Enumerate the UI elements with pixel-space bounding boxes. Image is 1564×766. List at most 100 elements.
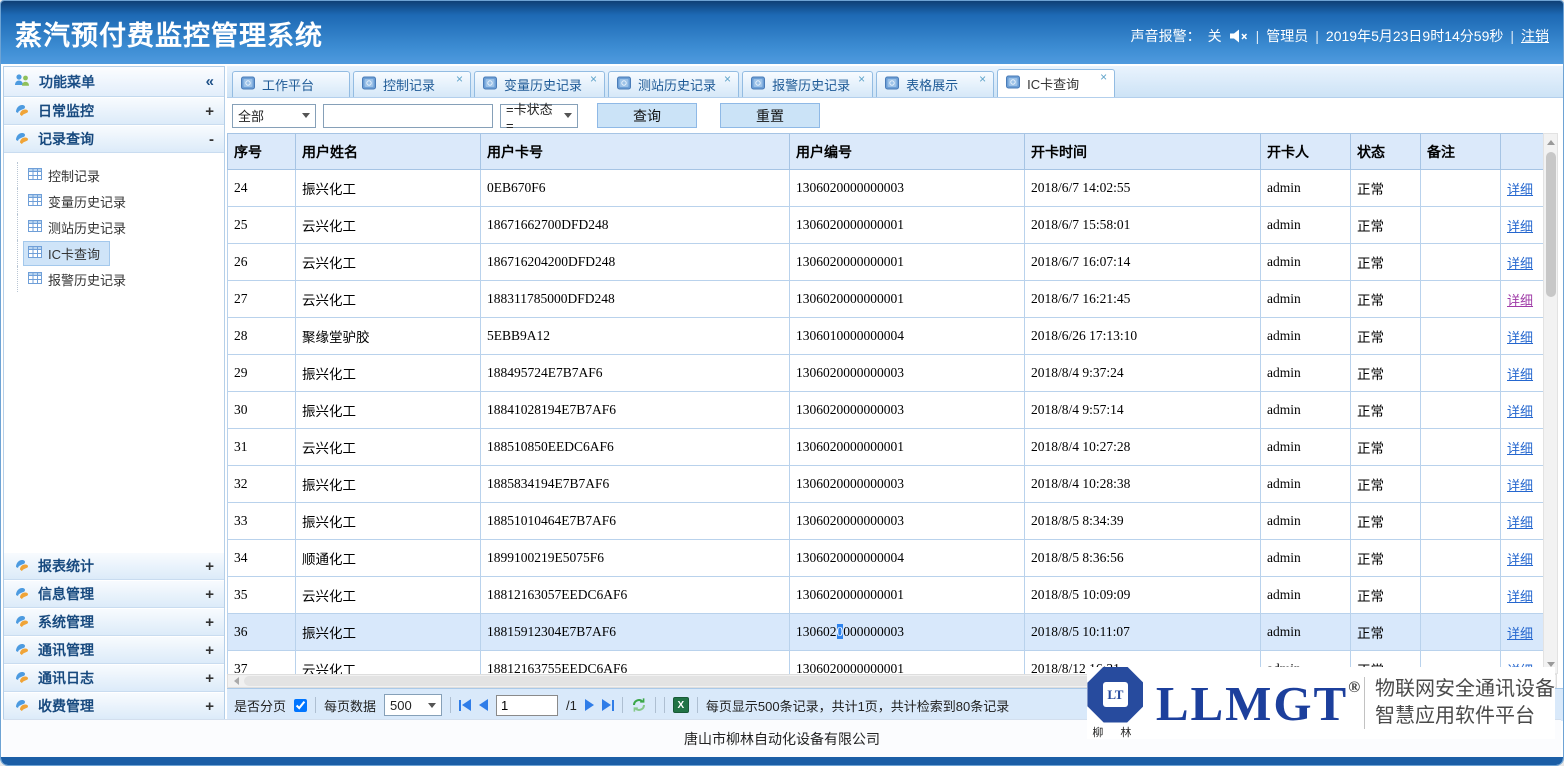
export-excel-button[interactable]: X <box>673 697 689 713</box>
detail-link[interactable]: 详细 <box>1507 478 1533 493</box>
detail-link[interactable]: 详细 <box>1507 256 1533 271</box>
detail-link[interactable]: 详细 <box>1507 182 1533 197</box>
tab-close-icon[interactable]: × <box>722 72 733 86</box>
keyword-input[interactable] <box>323 104 493 128</box>
paging-checkbox[interactable] <box>294 699 307 712</box>
sidebar-group[interactable]: 报表统计 + <box>4 552 224 580</box>
sidebar-group[interactable]: 信息管理 + <box>4 580 224 608</box>
cell-remark <box>1421 355 1501 392</box>
expand-toggle-icon[interactable]: + <box>205 103 214 120</box>
detail-link[interactable]: 详细 <box>1507 219 1533 234</box>
query-button[interactable]: 查询 <box>597 103 697 128</box>
cell-serial: 33 <box>228 503 296 540</box>
table-row[interactable]: 27 云兴化工 188311785000DFD248 1306020000000… <box>228 281 1544 318</box>
sidebar-item[interactable]: 测站历史记录 <box>17 214 224 240</box>
detail-link[interactable]: 详细 <box>1507 441 1533 456</box>
detail-link[interactable]: 详细 <box>1507 589 1533 604</box>
cell-serial: 32 <box>228 466 296 503</box>
divider <box>315 697 316 713</box>
sidebar-group[interactable]: 系统管理 + <box>4 608 224 636</box>
page-size-select[interactable]: 500 <box>384 694 442 716</box>
table-row[interactable]: 28 聚缘堂驴胶 5EBB9A12 1306010000000004 2018/… <box>228 318 1544 355</box>
sidebar-group[interactable]: 通讯管理 + <box>4 636 224 664</box>
tab-close-icon[interactable]: × <box>977 72 988 86</box>
tab[interactable]: 变量历史记录 × <box>474 71 605 97</box>
tab[interactable]: 测站历史记录 × <box>608 71 739 97</box>
tab[interactable]: 表格展示 × <box>876 71 994 97</box>
category-select[interactable]: 全部 <box>232 104 316 128</box>
logo-octagon-icon: LT <box>1087 667 1143 723</box>
table-row[interactable]: 36 振兴化工 18815912304E7B7AF6 1306020000000… <box>228 614 1544 651</box>
tab-close-icon[interactable]: × <box>1098 70 1109 84</box>
detail-link[interactable]: 详细 <box>1507 293 1533 308</box>
tab[interactable]: 工作平台 <box>232 71 350 97</box>
expand-toggle-icon[interactable]: + <box>205 698 214 715</box>
cell-serial: 27 <box>228 281 296 318</box>
table-row[interactable]: 25 云兴化工 18671662700DFD248 13060200000000… <box>228 207 1544 244</box>
sidebar-item[interactable]: IC卡查询 <box>17 240 224 266</box>
reset-button[interactable]: 重置 <box>720 103 820 128</box>
prev-page-button[interactable] <box>479 699 488 711</box>
table-row[interactable]: 33 振兴化工 18851010464E7B7AF6 1306020000000… <box>228 503 1544 540</box>
scroll-left-icon[interactable] <box>228 677 244 685</box>
expand-toggle-icon[interactable]: - <box>209 131 214 148</box>
expand-toggle-icon[interactable]: + <box>205 558 214 575</box>
cell-detail: 详细 <box>1501 318 1544 355</box>
sidebar-item[interactable]: 变量历史记录 <box>17 188 224 214</box>
expand-toggle-icon[interactable]: + <box>205 670 214 687</box>
group-icon <box>14 103 30 119</box>
table-row[interactable]: 24 振兴化工 0EB670F6 1306020000000003 2018/6… <box>228 170 1544 207</box>
sidebar-group[interactable]: 记录查询 - <box>4 125 224 153</box>
sidebar-item[interactable]: 控制记录 <box>17 162 224 188</box>
last-page-button[interactable] <box>602 699 614 711</box>
detail-link[interactable]: 详细 <box>1507 404 1533 419</box>
detail-link[interactable]: 详细 <box>1507 330 1533 345</box>
next-page-button[interactable] <box>585 699 594 711</box>
column-header: 用户姓名 <box>296 134 481 170</box>
detail-link[interactable]: 详细 <box>1507 552 1533 567</box>
cell-user-name: 云兴化工 <box>296 577 481 614</box>
cell-user-name: 云兴化工 <box>296 244 481 281</box>
table-row[interactable]: 34 顺通化工 1899100219E5075F6 13060200000000… <box>228 540 1544 577</box>
expand-toggle-icon[interactable]: + <box>205 586 214 603</box>
tab[interactable]: IC卡查询 × <box>997 69 1115 97</box>
tab-close-icon[interactable]: × <box>588 72 599 86</box>
sidebar-item[interactable]: 报警历史记录 <box>17 266 224 292</box>
table-row[interactable]: 35 云兴化工 18812163057EEDC6AF6 130602000000… <box>228 577 1544 614</box>
sidebar-group[interactable]: 通讯日志 + <box>4 664 224 692</box>
speaker-muted-icon[interactable] <box>1229 29 1249 43</box>
sound-alarm-state[interactable]: 关 <box>1208 26 1222 46</box>
cell-user-name: 云兴化工 <box>296 207 481 244</box>
page-size-label: 每页数据 <box>324 696 376 715</box>
tab-close-icon[interactable]: × <box>856 72 867 86</box>
scrollbar-thumb[interactable] <box>1546 152 1556 297</box>
sidebar-group[interactable]: 日常监控 + <box>4 97 224 125</box>
detail-link[interactable]: 详细 <box>1507 367 1533 382</box>
logout-link[interactable]: 注销 <box>1521 26 1549 46</box>
refresh-button[interactable] <box>631 697 647 713</box>
expand-toggle-icon[interactable]: + <box>205 614 214 631</box>
tab[interactable]: 控制记录 × <box>353 71 471 97</box>
first-page-button[interactable] <box>459 699 471 711</box>
tab-close-icon[interactable]: × <box>454 72 465 86</box>
page-number-input[interactable] <box>496 695 558 716</box>
scroll-up-icon[interactable] <box>1544 135 1557 150</box>
table-row[interactable]: 32 振兴化工 1885834194E7B7AF6 13060200000000… <box>228 466 1544 503</box>
table-row[interactable]: 30 振兴化工 18841028194E7B7AF6 1306020000000… <box>228 392 1544 429</box>
tab[interactable]: 报警历史记录 × <box>742 71 873 97</box>
card-status-select[interactable]: =卡状态= <box>500 104 578 128</box>
divider <box>697 697 698 713</box>
main-panel: 工作平台 控制记录 × 变量历史记录 × <box>227 66 1563 721</box>
detail-link[interactable]: 详细 <box>1507 626 1533 641</box>
table-row[interactable]: 31 云兴化工 188510850EEDC6AF6 13060200000000… <box>228 429 1544 466</box>
table-row[interactable]: 26 云兴化工 186716204200DFD248 1306020000000… <box>228 244 1544 281</box>
table-row[interactable]: 29 振兴化工 188495724E7B7AF6 130602000000000… <box>228 355 1544 392</box>
sidebar-groups-top: 日常监控 + 记录查询 - <box>4 97 224 153</box>
sidebar-group[interactable]: 收费管理 + <box>4 692 224 720</box>
expand-toggle-icon[interactable]: + <box>205 642 214 659</box>
cell-user-number: 1306020000000001 <box>790 281 1025 318</box>
vertical-scrollbar[interactable] <box>1543 133 1558 674</box>
pagination-summary: 每页显示500条记录，共计1页，共计检索到80条记录 <box>706 696 1009 715</box>
collapse-sidebar-button[interactable]: « <box>206 73 214 90</box>
detail-link[interactable]: 详细 <box>1507 515 1533 530</box>
